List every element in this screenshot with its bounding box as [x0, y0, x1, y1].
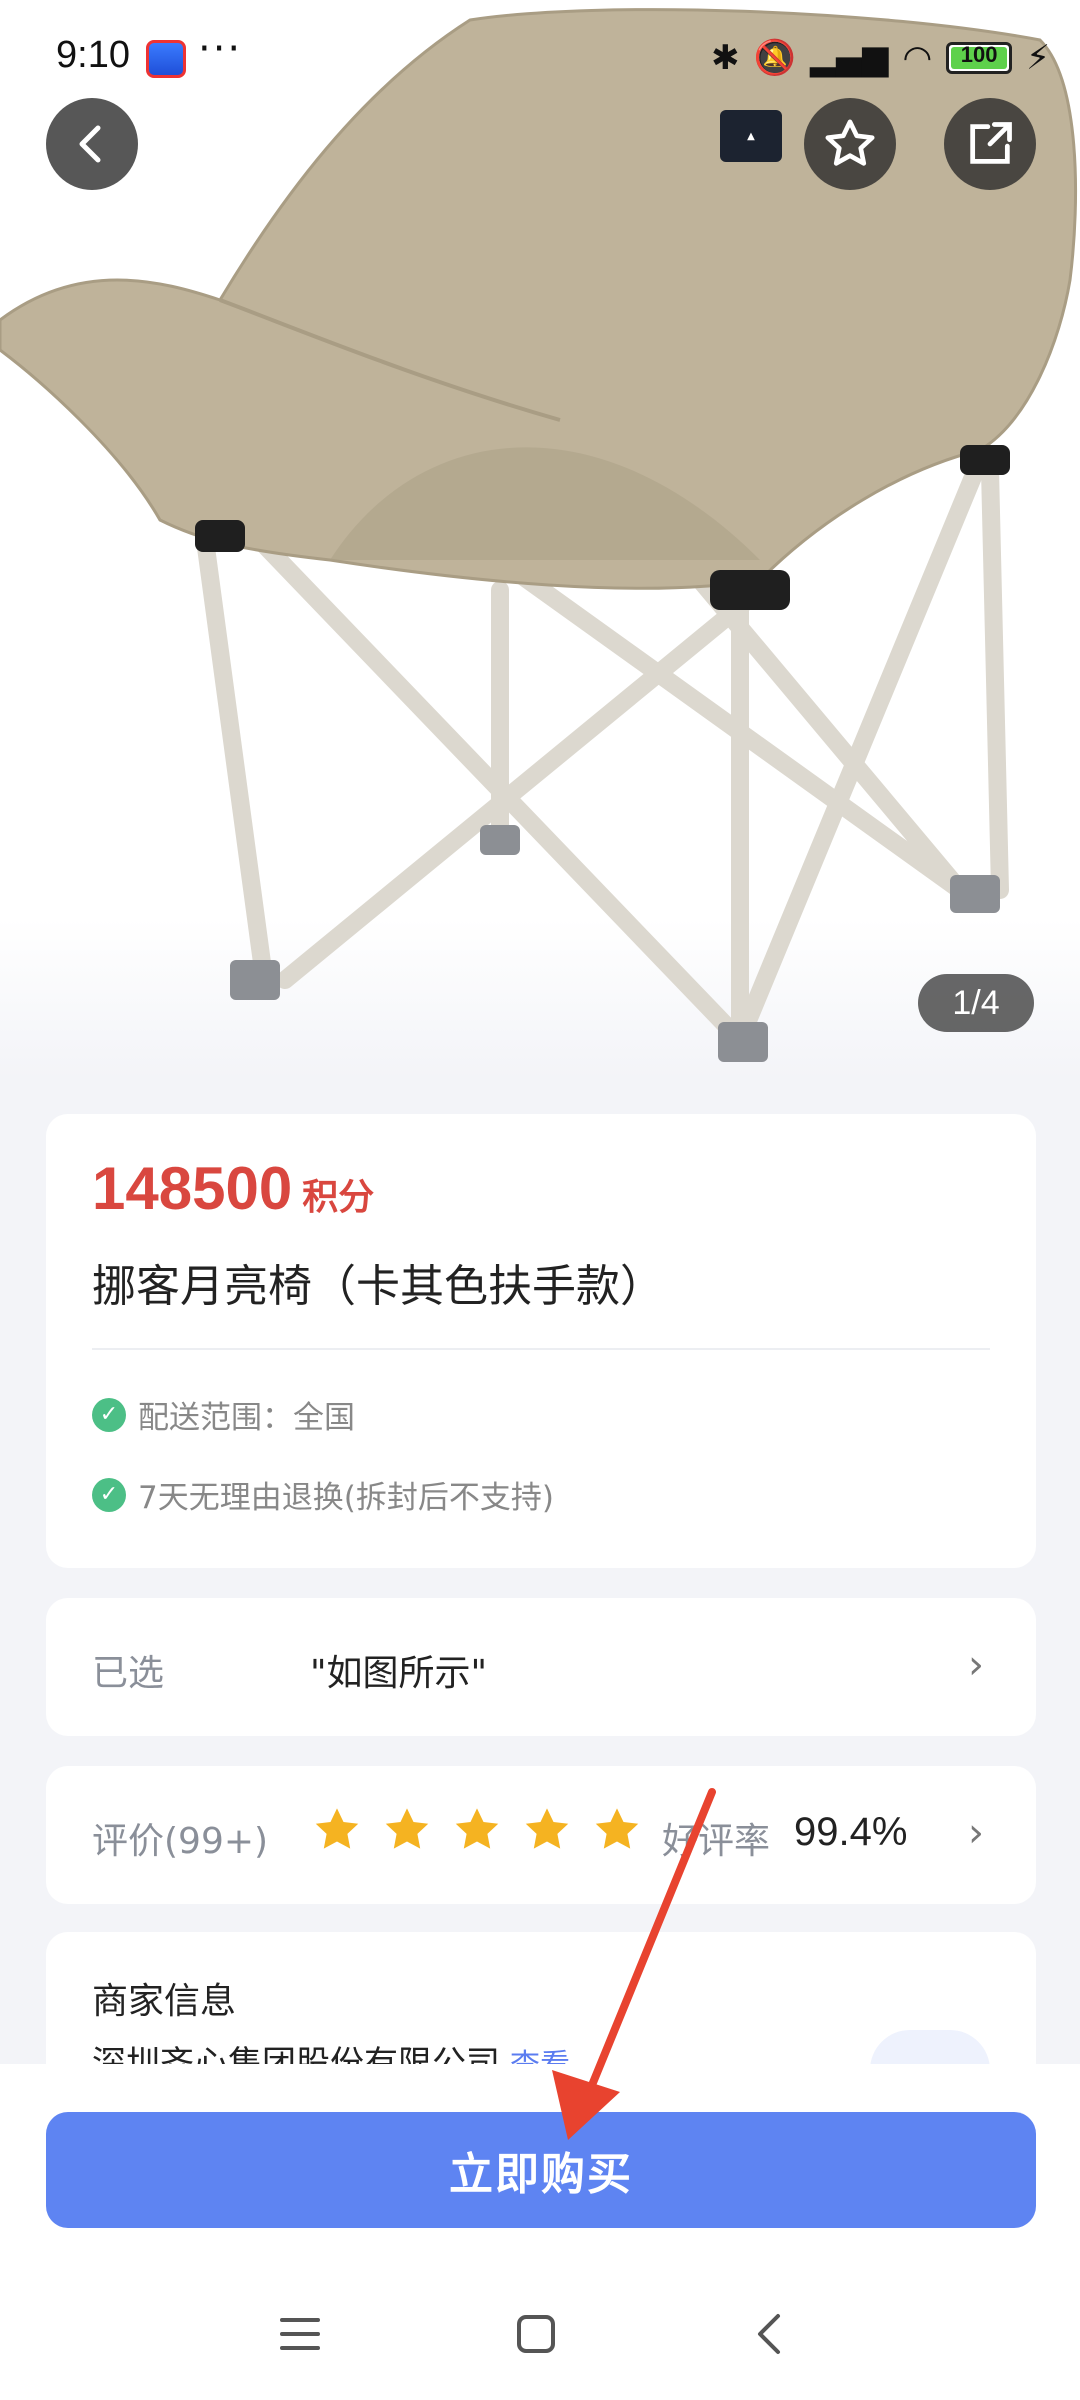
app-notification-icon — [146, 40, 186, 78]
menu-icon — [280, 2318, 320, 2350]
product-image[interactable] — [0, 0, 1080, 1080]
chevron-left-icon — [79, 125, 101, 163]
product-title: 挪客月亮椅（卡其色扶手款） — [92, 1261, 664, 1312]
reviews-row[interactable]: 评价(99+) 好评率 99.4% › — [46, 1766, 1036, 1904]
favorite-button[interactable] — [804, 98, 896, 190]
chair-illustration — [0, 8, 1078, 1062]
chevron-left-icon — [758, 2314, 780, 2354]
feature-label: 配送范围：全国 — [138, 1400, 355, 1436]
product-info-card: 148500 积分 挪客月亮椅（卡其色扶手款） ✓ 配送范围：全国 ✓ 7天无理… — [46, 1114, 1036, 1568]
selection-label: 已选 — [92, 1653, 165, 1694]
price-value: 148500 — [92, 1155, 293, 1222]
system-icons: ✱ 🔕 ▂▄▆ ◠ 100 ⚡ — [711, 38, 1050, 78]
mute-icon: 🔕 — [753, 38, 796, 78]
rating-stars — [311, 1804, 643, 1856]
price-unit: 积分 — [302, 1177, 375, 1218]
status-bar: 9:10 ··· ✱ 🔕 ▂▄▆ ◠ 100 ⚡ — [0, 0, 1080, 120]
image-pager: 1/4 — [918, 974, 1034, 1032]
battery-level: 100 — [960, 42, 998, 67]
back-nav-button[interactable] — [730, 2284, 810, 2384]
price-row: 148500 积分 — [92, 1154, 374, 1223]
star-outline-icon — [825, 119, 875, 166]
selection-value: "如图所示" — [310, 1653, 488, 1694]
battery-icon: 100 — [946, 42, 1013, 74]
star-filled-icon — [385, 1808, 429, 1849]
system-nav-bar — [0, 2284, 1080, 2384]
chevron-right-icon: › — [968, 1642, 984, 1688]
bottom-action-bar: 立即购买 — [0, 2064, 1080, 2400]
share-icon — [970, 122, 1012, 164]
merchant-title: 商家信息 — [92, 1981, 237, 2022]
positive-rate-value: 99.4% — [794, 1810, 908, 1854]
bluetooth-icon: ✱ — [711, 38, 740, 78]
brand-logo: ▲ — [720, 110, 782, 162]
chevron-right-icon: › — [968, 1810, 984, 1856]
check-circle-icon: ✓ — [92, 1397, 126, 1432]
divider — [92, 1348, 990, 1350]
star-filled-icon — [595, 1808, 639, 1849]
check-circle-icon: ✓ — [92, 1477, 126, 1512]
signal-icon: ▂▄▆ — [810, 38, 889, 78]
feature-returns: ✓ 7天无理由退换(拆封后不支持) — [92, 1472, 554, 1517]
feature-label: 7天无理由退换(拆封后不支持) — [138, 1480, 554, 1516]
status-time: 9:10 — [56, 34, 130, 76]
star-filled-icon — [455, 1808, 499, 1849]
positive-rate-label: 好评率 — [662, 1821, 771, 1862]
square-icon — [517, 2315, 555, 2353]
feature-shipping: ✓ 配送范围：全国 — [92, 1392, 355, 1437]
selection-row[interactable]: 已选 "如图所示" › — [46, 1598, 1036, 1736]
share-button[interactable] — [944, 98, 1036, 190]
buy-now-button[interactable]: 立即购买 — [46, 2112, 1036, 2228]
more-notifications-icon: ··· — [198, 26, 243, 72]
star-filled-icon — [315, 1808, 359, 1849]
wifi-icon: ◠ — [902, 38, 933, 78]
home-button[interactable] — [496, 2284, 576, 2384]
charging-icon: ⚡ — [1026, 38, 1050, 78]
back-button[interactable] — [46, 98, 138, 190]
recent-apps-button[interactable] — [260, 2284, 340, 2384]
star-filled-icon — [525, 1808, 569, 1849]
reviews-label: 评价(99+) — [92, 1821, 269, 1862]
